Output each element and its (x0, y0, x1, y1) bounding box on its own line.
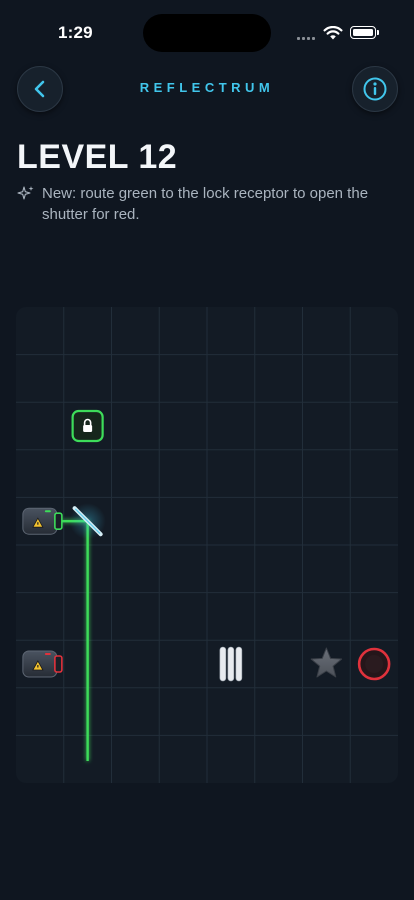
dynamic-island (143, 14, 271, 52)
lock-icon (83, 425, 93, 432)
info-icon (363, 77, 387, 101)
shutter-bar (227, 646, 235, 682)
star-piece[interactable] (310, 647, 343, 678)
wifi-icon (323, 26, 343, 40)
status-bar: 1:29 (0, 0, 414, 62)
board-grid (16, 307, 398, 783)
sparkle-icon (17, 186, 34, 200)
game-board[interactable] (16, 307, 398, 783)
emitter-indicator (44, 510, 51, 513)
status-time: 1:29 (58, 23, 93, 42)
shutter-closed[interactable] (219, 646, 243, 682)
target-red[interactable] (357, 647, 391, 681)
emitter-nozzle (54, 512, 63, 530)
star-icon (310, 647, 343, 678)
hint-text: New: route green to the lock receptor to… (42, 185, 369, 223)
shutter-bar (219, 646, 227, 682)
mirror-piece[interactable] (69, 503, 106, 540)
level-title: LEVEL 12 (17, 138, 178, 176)
green-beam (61, 520, 89, 761)
shutter-bar (235, 646, 243, 682)
warning-mark (37, 665, 39, 668)
lock-receptor-green[interactable] (71, 409, 104, 443)
info-button[interactable] (352, 66, 398, 112)
emitter-green[interactable] (22, 507, 63, 535)
battery-icon (350, 26, 379, 39)
board-canvas[interactable] (16, 307, 398, 783)
cellular-signal-icon (297, 34, 319, 40)
target-core (365, 655, 384, 673)
emitter-nozzle (54, 655, 63, 673)
emitter-red[interactable] (22, 650, 63, 678)
warning-mark (37, 522, 39, 525)
emitter-indicator (44, 653, 51, 655)
beams (61, 520, 223, 761)
